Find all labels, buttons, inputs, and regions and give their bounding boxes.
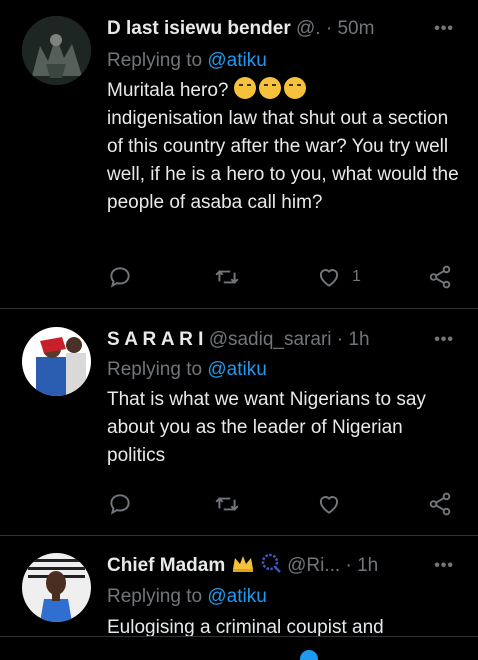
mention-link[interactable]: @atiku [207, 586, 266, 607]
divider [0, 636, 478, 637]
replying-prefix: Replying to [107, 586, 203, 607]
reply-icon [110, 267, 130, 288]
tweet[interactable]: S A R A R I @sadiq_sarari · 1h ••• Reply… [0, 309, 478, 535]
tears-of-joy-emoji [283, 77, 306, 99]
like-button[interactable] [316, 489, 342, 519]
separator-dot: · [325, 18, 333, 39]
more-icon[interactable]: ••• [434, 327, 454, 353]
more-icon[interactable]: ••• [434, 16, 454, 42]
tweet[interactable]: Chief Madam @Ri... · 1h ••• Replying to … [0, 536, 478, 656]
prayer-beads-emoji-icon [261, 553, 281, 573]
tweet-header: D last isiewu bender @. · 50m ••• [107, 16, 478, 42]
share-icon [429, 265, 451, 289]
separator-dot: · [336, 329, 344, 350]
avatar[interactable] [22, 16, 91, 85]
user-handle[interactable]: @sadiq_sarari [209, 329, 332, 350]
share-button[interactable] [427, 489, 453, 519]
mention-link[interactable]: @atiku [207, 359, 266, 380]
share-button[interactable] [427, 262, 453, 292]
retweet-button[interactable] [214, 262, 240, 292]
timestamp[interactable]: 1h [357, 555, 378, 576]
like-icon [319, 496, 339, 514]
like-count: 1 [352, 268, 361, 285]
retweet-icon [215, 270, 239, 284]
display-name[interactable]: S A R A R I [107, 329, 203, 350]
crown-emoji-icon [232, 556, 253, 572]
share-icon [429, 492, 451, 516]
replying-to: Replying to @atiku [107, 357, 267, 383]
separator-dot: · [345, 555, 352, 576]
display-name[interactable]: Chief Madam [107, 555, 225, 576]
mention-link[interactable]: @atiku [207, 50, 266, 71]
tweet-text-rest: indigenisation law that shut out a secti… [107, 108, 459, 213]
retweet-icon [215, 497, 239, 511]
tweet[interactable]: D last isiewu bender @. · 50m ••• Replyi… [0, 0, 478, 308]
like-button[interactable]: 1 [316, 262, 361, 292]
replying-prefix: Replying to [107, 50, 203, 71]
timestamp[interactable]: 50m [337, 18, 374, 39]
like-icon [319, 269, 339, 287]
tweet-header: S A R A R I @sadiq_sarari · 1h ••• [107, 327, 478, 353]
avatar[interactable] [22, 553, 91, 622]
replying-to: Replying to @atiku [107, 48, 267, 74]
tweet-header: Chief Madam @Ri... · 1h ••• [107, 553, 478, 579]
avatar[interactable] [22, 327, 91, 396]
user-handle[interactable]: @. [296, 18, 321, 39]
tweet-text: Muritala hero? indigenisation law that s… [107, 77, 459, 217]
replying-to: Replying to @atiku [107, 584, 267, 610]
more-icon[interactable]: ••• [434, 553, 454, 579]
timestamp[interactable]: 1h [348, 329, 369, 350]
action-bar: 1 [107, 262, 459, 292]
retweet-button[interactable] [214, 489, 240, 519]
reply-button[interactable] [107, 489, 133, 519]
tweet-text: That is what we want Nigerians to say ab… [107, 389, 426, 466]
replying-prefix: Replying to [107, 359, 203, 380]
reply-button[interactable] [107, 262, 133, 292]
tears-of-joy-emoji [258, 77, 281, 99]
tweet-text-first: Muritala hero? [107, 80, 229, 101]
user-handle[interactable]: @Ri... [287, 555, 340, 576]
tweet-text: Eulogising a criminal coupist and [107, 617, 384, 638]
display-name[interactable]: D last isiewu bender [107, 18, 291, 39]
tears-of-joy-emoji [233, 77, 256, 99]
action-bar [107, 489, 459, 519]
reply-icon [110, 494, 130, 515]
